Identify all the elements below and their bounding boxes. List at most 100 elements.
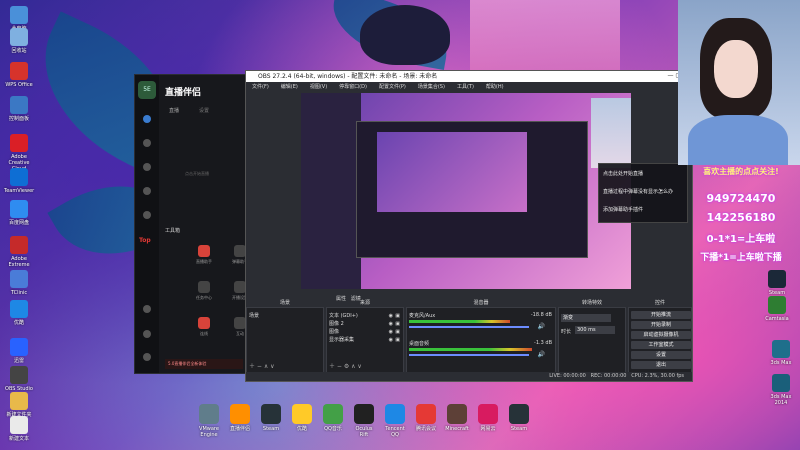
desktop-icon[interactable]: Oculus Rift xyxy=(351,404,377,438)
desktop-icon-label: Tencent QQ xyxy=(385,426,405,438)
scene-list-controls[interactable]: ＋ − ∧ ∨ xyxy=(249,361,275,370)
desktop-icon[interactable]: OBS Studio xyxy=(4,366,34,392)
desktop-icon[interactable]: 迅雷 xyxy=(4,338,34,364)
toolbox-item[interactable]: 任务中心 xyxy=(189,281,219,301)
search-icon[interactable] xyxy=(143,305,151,313)
tab-settings[interactable]: 设置 xyxy=(199,107,209,114)
transition-select[interactable]: 渐变 xyxy=(561,314,611,322)
lock-icon[interactable]: ▣ xyxy=(395,328,400,336)
desktop-icon[interactable]: QQ音乐 xyxy=(320,404,346,432)
control-button[interactable]: 启动虚拟摄像机 xyxy=(631,331,691,339)
desktop-icon[interactable]: 新建文本 xyxy=(4,416,34,442)
menu-item[interactable]: 文件(F) xyxy=(252,84,269,90)
desktop-icon[interactable]: Tencent QQ xyxy=(382,404,408,438)
desktop-icon-label: 腾讯会议 xyxy=(415,426,436,432)
youku-icon xyxy=(292,404,312,424)
volume-slider[interactable] xyxy=(409,354,529,356)
speaker-icon[interactable]: 🔊 xyxy=(538,323,545,330)
control-button[interactable]: 开始推流 xyxy=(631,311,691,319)
desktop-icon[interactable]: TeamViewer xyxy=(4,168,34,194)
game-icon[interactable] xyxy=(143,139,151,147)
desktop-icon[interactable]: Adobe Extreme xyxy=(4,236,34,268)
chart-icon[interactable] xyxy=(143,163,151,171)
desktop-icon[interactable]: VMware Engine xyxy=(196,404,222,438)
source-item[interactable]: 文本 (GDI+) ◉ ▣ xyxy=(329,312,401,320)
obs-window[interactable]: OBS 27.2.4 (64-bit, windows) - 配置文件: 未命名… xyxy=(245,70,693,382)
desktop-icon[interactable]: 百度网盘 xyxy=(4,200,34,226)
lock-icon[interactable]: ▣ xyxy=(395,312,400,320)
control-button[interactable]: 工作室模式 xyxy=(631,341,691,349)
desktop-icon-label: QQ音乐 xyxy=(324,426,342,432)
control-button[interactable]: 退出 xyxy=(631,361,691,369)
gear-icon[interactable] xyxy=(143,330,151,338)
eye-icon[interactable]: ◉ xyxy=(389,312,393,320)
desktop-icon[interactable]: TClinic xyxy=(4,270,34,296)
menu-item[interactable]: 工具(T) xyxy=(457,84,474,90)
desktop-icon[interactable]: 控制面板 xyxy=(4,96,34,122)
source-item[interactable]: 图像 2 ◉ ▣ xyxy=(329,320,401,328)
popup-item[interactable]: 点击此处开始直播 xyxy=(603,170,643,177)
desktop-icon[interactable]: 3ds Max xyxy=(766,340,796,366)
desktop-icon-label: 3ds Max 2014 xyxy=(770,394,792,406)
eye-icon[interactable]: ◉ xyxy=(389,328,393,336)
menu-item[interactable]: 视图(V) xyxy=(310,84,327,90)
desktop-icon[interactable]: 直播伴侣 xyxy=(227,404,253,432)
duration-field[interactable]: 300 ms xyxy=(575,326,615,334)
menu-item[interactable]: 编辑(E) xyxy=(281,84,298,90)
context-popup[interactable]: 点击此处开始直播直播过程中弹幕没有显示怎么办 添加弹幕助手插件 xyxy=(598,163,688,223)
volume-slider[interactable] xyxy=(409,326,529,328)
scenes-dock: 场景 场景 ＋ − ∧ ∨ xyxy=(246,300,324,373)
tclinic-icon xyxy=(10,270,28,288)
menu-item[interactable]: 停靠窗口(D) xyxy=(339,84,367,90)
popup-item[interactable]: 添加弹幕助手插件 xyxy=(603,206,643,213)
source-item[interactable]: 图像 ◉ ▣ xyxy=(329,328,401,336)
obs-preview[interactable] xyxy=(301,93,631,289)
desktop-icon-label: 网易云 xyxy=(480,426,496,432)
live-companion-window[interactable]: 5E Top 直播伴侣 直播 设置 点击开始直播 工具箱 直播助手 弹幕助手 任务中… xyxy=(134,74,248,374)
speaker-icon[interactable]: 🔊 xyxy=(538,351,545,358)
tab-live[interactable]: 直播 xyxy=(169,107,179,114)
eye-icon[interactable]: ◉ xyxy=(389,336,393,344)
desktop-icon[interactable]: 优酷 xyxy=(289,404,315,432)
desktop-icon[interactable]: WPS Office xyxy=(4,62,34,88)
desktop-icon[interactable]: 3ds Max 2014 xyxy=(766,374,796,406)
rift-icon xyxy=(354,404,374,424)
gift-icon[interactable] xyxy=(143,187,151,195)
scenes-dock-title: 场景 xyxy=(279,300,290,306)
lock-icon[interactable]: ▣ xyxy=(395,336,400,344)
eye-icon[interactable]: ◉ xyxy=(389,320,393,328)
desktop-icon[interactable]: Camtasia xyxy=(762,296,792,322)
control-button[interactable]: 开始录制 xyxy=(631,321,691,329)
menu-item[interactable]: 场景集合(S) xyxy=(418,84,445,90)
scene-item[interactable]: 场景 xyxy=(249,312,259,319)
menu-item[interactable]: 配置文件(P) xyxy=(379,84,406,90)
desktop-icon[interactable]: 新建文件夹 xyxy=(4,392,34,418)
desktop-icon[interactable]: Steam xyxy=(506,404,532,432)
toolbox-item[interactable]: 直播助手 xyxy=(189,245,219,265)
source-item[interactable]: 显示器采集 ◉ ▣ xyxy=(329,336,401,344)
home-icon[interactable] xyxy=(143,115,151,123)
transitions-dock-title: 转场特效 xyxy=(581,300,602,306)
toolbox-item[interactable]: 连线 xyxy=(189,317,219,337)
tool-icon xyxy=(198,317,210,329)
desktop-icon-label: TeamViewer xyxy=(4,188,35,194)
popup-item[interactable]: 直播过程中弹幕没有显示怎么办 xyxy=(603,188,673,195)
promo-banner[interactable]: 5.0直播伴侣全新体验 xyxy=(165,359,243,369)
user-icon[interactable] xyxy=(143,353,151,361)
source-list-controls[interactable]: ＋ − ⚙ ∧ ∨ xyxy=(329,361,362,370)
desktop-icon-label: Steam xyxy=(510,426,528,432)
menu-item[interactable]: 帮助(H) xyxy=(486,84,504,90)
control-button[interactable]: 设置 xyxy=(631,351,691,359)
desktop-icon[interactable]: 回收站 xyxy=(4,28,34,54)
desktop-icon[interactable]: Adobe Creative Cloud xyxy=(4,134,34,172)
xunlei-icon xyxy=(10,338,28,356)
desktop-icon[interactable]: 优酷 xyxy=(4,300,34,326)
source-name: 图像 xyxy=(329,329,340,335)
wifi-icon[interactable] xyxy=(143,211,151,219)
toolbox-item-label: 任务中心 xyxy=(196,295,212,300)
desktop-icon[interactable]: 腾讯会议 xyxy=(413,404,439,432)
desktop-icon[interactable]: Steam xyxy=(258,404,284,432)
desktop-icon[interactable]: Minecraft xyxy=(444,404,470,432)
desktop-icon[interactable]: 网易云 xyxy=(475,404,501,432)
lock-icon[interactable]: ▣ xyxy=(395,320,400,328)
